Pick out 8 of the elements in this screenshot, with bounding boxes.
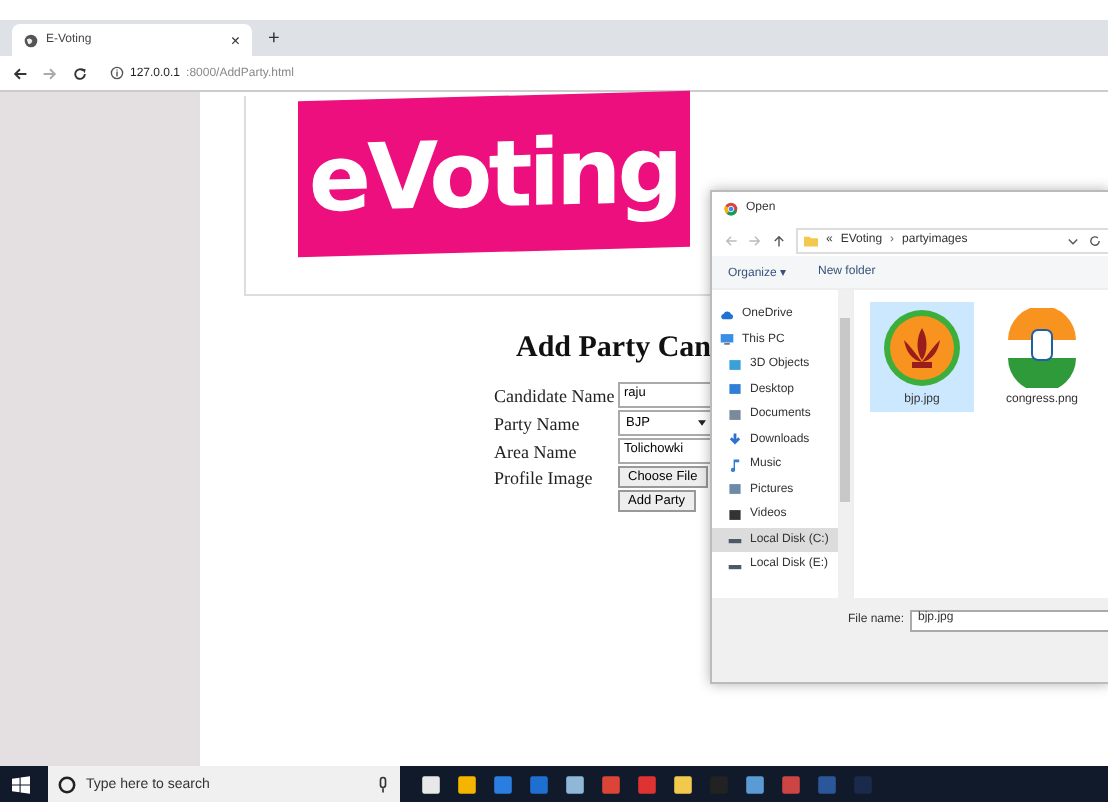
field-label: Candidate Name	[494, 385, 617, 405]
field-label: Profile Image	[494, 467, 595, 487]
field-label: Party Name	[494, 413, 582, 433]
logo: eVoting	[298, 90, 690, 258]
field-label: Area Name	[494, 441, 579, 461]
close-tab-button[interactable]: ×	[230, 31, 240, 49]
new-tab-button[interactable]: +	[268, 24, 280, 56]
form-heading: Add Party Can	[516, 332, 712, 366]
